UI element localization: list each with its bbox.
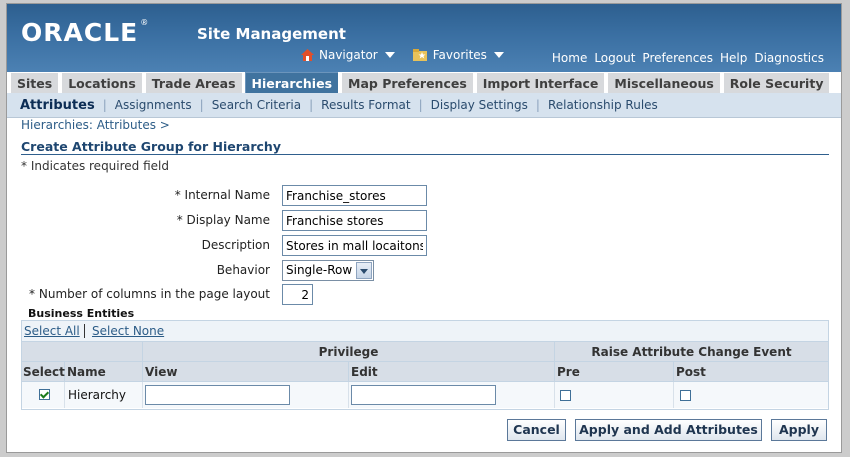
header-name: Name <box>65 362 143 382</box>
home-icon <box>301 49 314 61</box>
diagnostics-link[interactable]: Diagnostics <box>754 51 824 65</box>
pre-event-checkbox[interactable] <box>560 390 571 401</box>
chevron-down-icon <box>493 52 504 58</box>
header-pre: Pre <box>555 362 674 382</box>
business-entities-heading: Business Entities <box>28 307 135 320</box>
tab-trade-areas[interactable]: Trade Areas <box>144 72 242 93</box>
preferences-link[interactable]: Preferences <box>642 51 713 65</box>
logout-link[interactable]: Logout <box>594 51 635 65</box>
header-banner: ORACLE ® Site Management Navigator Favori… <box>7 4 841 72</box>
header-select: Select <box>22 362 65 382</box>
subtab-display-settings[interactable]: Display Settings <box>423 98 536 112</box>
subtab-search-criteria[interactable]: Search Criteria <box>204 98 309 112</box>
header-edit: Edit <box>349 362 555 382</box>
apply-button[interactable]: Apply <box>771 419 827 441</box>
view-privilege-input[interactable] <box>145 385 290 405</box>
header-blank <box>22 342 143 362</box>
post-cell <box>674 382 828 408</box>
required-field-note: * Indicates required field <box>21 159 170 173</box>
row-select-checkbox[interactable] <box>39 389 50 400</box>
subtab-results-format[interactable]: Results Format <box>313 98 418 112</box>
sub-tabs: Attributes | Assignments | Search Criter… <box>7 93 841 118</box>
select-none-link[interactable]: Select None <box>92 324 164 338</box>
oracle-logo: ORACLE ® <box>21 18 148 47</box>
favorites-label: Favorites <box>432 48 487 62</box>
subtab-relationship-rules[interactable]: Relationship Rules <box>540 98 666 112</box>
pre-cell <box>555 382 674 408</box>
help-link[interactable]: Help <box>720 51 747 65</box>
toolbar-separator <box>84 324 85 338</box>
cancel-button[interactable]: Cancel <box>507 419 566 441</box>
internal-name-input[interactable] <box>282 185 427 206</box>
columns-input[interactable] <box>282 284 313 305</box>
chevron-down-icon[interactable] <box>356 262 372 279</box>
display-name-input[interactable] <box>282 210 427 231</box>
internal-name-label: * Internal Name <box>174 188 270 202</box>
header-menus: Navigator Favorites <box>301 48 504 62</box>
tab-miscellaneous[interactable]: Miscellaneous <box>607 72 720 93</box>
edit-privilege-input[interactable] <box>351 385 496 405</box>
favorites-folder-icon <box>412 49 427 61</box>
chevron-down-icon <box>384 52 395 58</box>
tab-role-security[interactable]: Role Security <box>722 72 830 93</box>
edit-cell <box>349 382 555 408</box>
global-links: Home Logout Preferences Help Diagnostics <box>552 51 824 65</box>
business-entities-table: Select All Select None Privilege Raise A… <box>21 320 829 410</box>
post-event-checkbox[interactable] <box>680 390 691 401</box>
header-view: View <box>143 362 349 382</box>
navigator-label: Navigator <box>319 48 378 62</box>
logo-text: ORACLE <box>21 18 139 47</box>
title-divider <box>21 154 829 155</box>
favorites-menu[interactable]: Favorites <box>412 48 504 62</box>
behavior-label: Behavior <box>216 263 270 277</box>
breadcrumb-hierarchies-attributes[interactable]: Hierarchies: Attributes <box>21 118 156 132</box>
main-tabs: Sites Locations Trade Areas Hierarchies … <box>10 72 832 93</box>
tab-map-preferences[interactable]: Map Preferences <box>341 72 473 93</box>
select-all-link[interactable]: Select All <box>24 324 80 338</box>
table-selection-toolbar: Select All Select None <box>22 321 828 342</box>
breadcrumb: Hierarchies: Attributes > <box>21 118 170 132</box>
navigator-menu[interactable]: Navigator <box>301 48 395 62</box>
description-label: Description <box>201 238 270 252</box>
behavior-selected-value: Single-Row <box>286 263 353 277</box>
header-raise-event: Raise Attribute Change Event <box>555 342 828 362</box>
tab-hierarchies[interactable]: Hierarchies <box>244 72 339 93</box>
tab-sites[interactable]: Sites <box>10 72 59 93</box>
home-link[interactable]: Home <box>552 51 587 65</box>
description-input[interactable] <box>282 235 427 256</box>
app-title: Site Management <box>197 25 346 43</box>
header-post: Post <box>674 362 828 382</box>
application-window: ORACLE ® Site Management Navigator Favori… <box>6 3 842 453</box>
entity-name-cell: Hierarchy <box>65 382 143 408</box>
breadcrumb-separator: > <box>159 118 170 132</box>
display-name-label: * Display Name <box>176 213 270 227</box>
apply-and-add-attributes-button[interactable]: Apply and Add Attributes <box>575 419 762 441</box>
header-privilege: Privilege <box>143 342 555 362</box>
page-title: Create Attribute Group for Hierarchy <box>21 139 281 154</box>
tab-import-interface[interactable]: Import Interface <box>475 72 605 93</box>
subtab-assignments[interactable]: Assignments <box>107 98 200 112</box>
logo-registered-mark: ® <box>140 18 149 27</box>
behavior-select[interactable]: Single-Row <box>282 260 374 281</box>
tab-locations[interactable]: Locations <box>61 72 142 93</box>
view-cell <box>143 382 349 408</box>
select-cell <box>22 382 65 408</box>
subtab-attributes[interactable]: Attributes <box>7 98 103 113</box>
columns-label: * Number of columns in the page layout <box>29 287 270 301</box>
